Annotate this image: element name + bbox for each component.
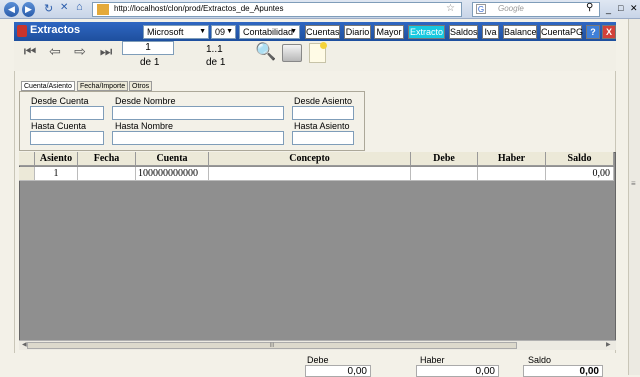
row-selector-header <box>19 152 35 166</box>
hasta-nombre-input[interactable] <box>112 131 284 145</box>
hasta-asiento-label: Hasta Asiento <box>294 121 350 131</box>
nav-button-iva[interactable]: Iva <box>482 25 499 39</box>
area-select-value: Contabilidad <box>243 27 294 37</box>
column-header-debe[interactable]: Debe <box>411 152 478 166</box>
scroll-thumb[interactable]: III <box>27 342 517 349</box>
search-icon[interactable]: 🔍 <box>255 42 276 62</box>
total-haber-value: 0,00 <box>416 365 499 377</box>
desde-cuenta-input[interactable] <box>30 106 104 120</box>
desde-asiento-input[interactable] <box>292 106 354 120</box>
magnifier-icon[interactable]: ⚲ <box>586 2 593 13</box>
favicon-icon <box>97 4 109 15</box>
page-number-input[interactable]: 1 <box>122 41 174 55</box>
last-page-icon[interactable]: ⏭ <box>96 44 116 58</box>
grid-horizontal-scrollbar[interactable]: ◀ III ▶ <box>19 340 616 350</box>
scroll-grip-icon: ≡ <box>631 179 636 188</box>
next-page-icon[interactable]: ⇨ <box>70 44 90 58</box>
desde-nombre-label: Desde Nombre <box>115 96 176 106</box>
area-select[interactable]: Contabilidad ▼ <box>239 25 300 39</box>
desde-asiento-label: Desde Asiento <box>294 96 353 106</box>
page-vertical-scrollbar[interactable]: ≡ <box>628 19 640 375</box>
nav-button-saldos[interactable]: Saldos <box>449 25 478 39</box>
total-saldo-label: Saldo <box>528 355 552 365</box>
cell-fecha[interactable] <box>78 167 136 181</box>
total-debe-value: 0,00 <box>305 365 371 377</box>
column-header-haber[interactable]: Haber <box>478 152 546 166</box>
search-field[interactable] <box>472 2 600 17</box>
cell-asiento[interactable]: 1 <box>35 167 78 181</box>
back-icon[interactable]: ◀ <box>4 2 19 17</box>
company-select[interactable]: Microsoft ▼ <box>143 25 209 39</box>
nav-button-extracto[interactable]: Extracto <box>408 25 445 39</box>
nav-button-cuentapg[interactable]: CuentaPG <box>540 25 583 39</box>
previous-page-icon[interactable]: ⇦ <box>45 44 65 58</box>
help-button[interactable]: ? <box>586 25 600 39</box>
total-debe-label: Debe <box>307 355 329 365</box>
tab-fecha-importe[interactable]: Fecha/Importe <box>77 81 129 91</box>
column-header-fecha[interactable]: Fecha <box>78 152 136 166</box>
hasta-asiento-input[interactable] <box>292 131 354 145</box>
hasta-cuenta-label: Hasta Cuenta <box>31 121 87 131</box>
results-grid[interactable] <box>19 152 616 349</box>
desde-cuenta-label: Desde Cuenta <box>31 96 89 106</box>
tab-cuenta-asiento[interactable]: Cuenta/Asiento <box>21 81 75 91</box>
first-page-icon[interactable]: ⏮ <box>20 44 40 58</box>
close-window-icon[interactable]: ✕ <box>630 3 638 14</box>
new-document-icon[interactable] <box>309 42 327 63</box>
year-select-value: 09 <box>215 27 226 37</box>
url-text: http://localhost/clon/prod/Extractos_de_… <box>114 4 284 13</box>
column-header-concepto[interactable]: Concepto <box>209 152 411 166</box>
desde-nombre-input[interactable] <box>112 106 284 120</box>
hasta-cuenta-input[interactable] <box>30 131 104 145</box>
star-icon[interactable]: ☆ <box>446 3 455 14</box>
column-header-asiento[interactable]: Asiento <box>35 152 78 166</box>
nav-button-mayor[interactable]: Mayor <box>374 25 404 39</box>
cell-cuenta[interactable]: 100000000000 <box>136 167 209 181</box>
nav-button-cuentas[interactable]: Cuentas <box>305 25 340 39</box>
print-icon[interactable] <box>282 44 302 62</box>
cell-concepto[interactable] <box>209 167 411 181</box>
page-of-label: de 1 <box>140 57 160 68</box>
app-title: Extractos <box>30 24 81 36</box>
chevron-down-icon: ▼ <box>290 28 297 35</box>
reload-icon[interactable]: ↻ <box>44 2 53 15</box>
tab-otros[interactable]: Otros <box>129 81 153 91</box>
restore-icon[interactable]: □ <box>618 3 623 13</box>
column-header-cuenta[interactable]: Cuenta <box>136 152 209 166</box>
range-of-label: de 1 <box>206 57 226 68</box>
cell-debe[interactable] <box>411 167 478 181</box>
year-select[interactable]: 09 ▼ <box>211 25 236 39</box>
chevron-down-icon: ▼ <box>226 28 233 35</box>
hasta-nombre-label: Hasta Nombre <box>115 121 174 131</box>
cell-saldo[interactable]: 0,00 <box>546 167 614 181</box>
search-placeholder: Google <box>498 4 524 13</box>
range-label: 1..1 <box>206 44 223 55</box>
scroll-right-icon[interactable]: ▶ <box>606 341 611 348</box>
forward-icon[interactable]: ▶ <box>22 2 35 17</box>
chevron-down-icon: ▼ <box>199 28 206 35</box>
company-select-value: Microsoft <box>147 27 184 37</box>
minimize-icon[interactable]: _ <box>606 4 611 14</box>
scroll-left-icon[interactable]: ◀ <box>22 341 27 348</box>
cell-haber[interactable] <box>478 167 546 181</box>
nav-button-balance[interactable]: Balance <box>503 25 537 39</box>
nav-button-diario[interactable]: Diario <box>344 25 371 39</box>
app-logo-icon <box>17 25 27 37</box>
search-engine-icon[interactable]: G <box>476 4 486 14</box>
column-header-saldo[interactable]: Saldo <box>546 152 614 166</box>
home-icon[interactable]: ⌂ <box>76 1 83 13</box>
total-saldo-value: 0,00 <box>523 365 603 377</box>
row-selector[interactable] <box>19 167 35 181</box>
close-button[interactable]: X <box>602 25 616 39</box>
new-badge-icon <box>320 42 327 49</box>
stop-icon[interactable]: ✕ <box>60 2 68 13</box>
total-haber-label: Haber <box>420 355 445 365</box>
